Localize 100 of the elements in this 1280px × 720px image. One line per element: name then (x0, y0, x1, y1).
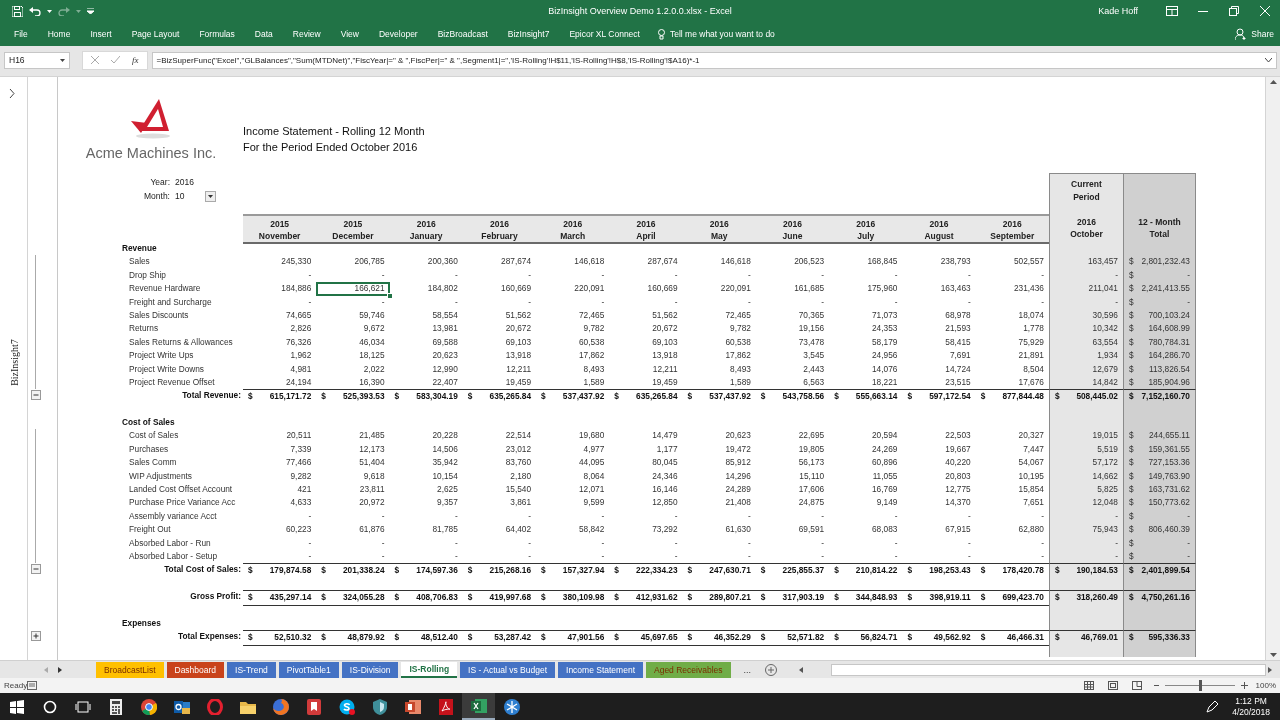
total-cell[interactable]: $ 537,437.92 (536, 389, 610, 404)
table-cell[interactable]: - (902, 268, 976, 283)
table-cell[interactable]: - (902, 509, 976, 524)
table-cell[interactable]: 9,782 (682, 322, 756, 336)
table-cell[interactable]: 46,034 (316, 335, 390, 350)
zoom-slider[interactable] (1198, 680, 1202, 691)
table-cell[interactable]: 166,621 (316, 282, 390, 296)
table-cell[interactable]: - (536, 536, 610, 550)
formula-field[interactable]: =BizSuperFunc("Excel","GLBalances","Sum(MTDNet)","FiscYear|=" & ",FiscPer|=" & ",Segment1|=",'IS-Rolling'!H$11,'IS-Rolling'!H$8,'IS-Rolling'!$A16)*-1 (151, 51, 1277, 69)
table-cell[interactable]: 23,515 (902, 375, 976, 390)
table-cell[interactable]: 58,179 (829, 335, 903, 350)
table-cell[interactable]: - (975, 268, 1049, 283)
ribbon-tab[interactable]: Developer (368, 23, 428, 45)
table-cell[interactable]: 20,972 (316, 496, 390, 510)
table-cell[interactable]: 1,778 (975, 322, 1049, 336)
table-cell[interactable]: - (682, 536, 756, 550)
table-cell[interactable]: - (536, 509, 610, 524)
table-cell[interactable]: - (243, 550, 317, 564)
table-cell[interactable]: - (682, 268, 756, 283)
table-cell[interactable]: 19,805 (755, 442, 830, 457)
ribbon-tab[interactable]: File (4, 23, 38, 45)
table-cell[interactable]: 200,360 (389, 255, 463, 269)
table-cell[interactable]: 18,221 (829, 375, 903, 390)
table-cell[interactable]: 1,177 (609, 442, 683, 457)
table-cell[interactable]: 18,125 (316, 349, 390, 363)
total-cell[interactable]: $ 597,172.54 (902, 389, 976, 404)
table-cell[interactable]: 17,862 (682, 349, 756, 363)
table-cell[interactable]: 35,942 (389, 456, 463, 470)
bookmark-icon[interactable] (306, 698, 321, 715)
table-cell[interactable]: - (462, 295, 537, 309)
table-cell[interactable]: 51,562 (609, 308, 683, 323)
globe-icon[interactable] (272, 698, 289, 715)
table-cell[interactable]: 51,404 (316, 456, 390, 470)
table-cell[interactable]: - (975, 295, 1049, 309)
table-cell[interactable]: $ 150,773.62 (1122, 496, 1196, 510)
table-cell[interactable]: 24,875 (755, 496, 830, 510)
table-cell[interactable]: 1,589 (682, 375, 756, 390)
ribbon-tab[interactable]: Formulas (189, 23, 245, 45)
table-cell[interactable]: 19,667 (902, 442, 976, 457)
table-cell[interactable]: 12,211 (462, 362, 537, 376)
ribbon-tab[interactable]: Epicor XL Connect (559, 23, 650, 45)
table-cell[interactable]: 16,390 (316, 375, 390, 390)
table-cell[interactable]: 287,674 (609, 255, 683, 269)
table-cell[interactable]: - (462, 509, 537, 524)
table-cell[interactable]: - (755, 536, 830, 550)
total-cell[interactable]: $ 583,304.19 (389, 389, 463, 404)
table-cell[interactable]: - (316, 536, 390, 550)
table-cell[interactable]: 9,618 (316, 469, 390, 484)
page-layout-icon[interactable] (1107, 681, 1118, 690)
table-cell[interactable]: 73,292 (609, 523, 683, 537)
table-cell[interactable]: 21,891 (975, 349, 1049, 363)
table-cell[interactable]: 14,076 (829, 362, 903, 376)
add-sheet-icon[interactable] (765, 663, 778, 676)
table-cell[interactable]: 77,466 (243, 456, 317, 470)
table-cell[interactable]: 23,811 (316, 483, 390, 497)
table-cell[interactable]: 21,593 (902, 322, 976, 336)
ribbon-tab[interactable]: BizBroadcast (427, 23, 498, 45)
table-cell[interactable]: - (975, 536, 1049, 550)
pdf-icon[interactable] (438, 698, 453, 715)
scroll-left-icon[interactable] (799, 666, 804, 673)
table-cell[interactable]: 70,365 (755, 308, 830, 323)
chevron-icon[interactable] (9, 89, 15, 98)
table-cell[interactable]: 12,990 (389, 362, 463, 376)
table-cell[interactable]: - (755, 509, 830, 524)
table-cell[interactable]: 62,880 (975, 523, 1049, 537)
share-button[interactable]: Share (1229, 28, 1280, 40)
total-cell[interactable]: $ 198,253.43 (902, 563, 976, 578)
total-cell[interactable]: $ 52,571.82 (755, 630, 830, 646)
total-cell[interactable]: $ 635,265.84 (462, 389, 537, 404)
table-cell[interactable]: 19,472 (682, 442, 756, 457)
total-cell[interactable]: $ 525,393.53 (316, 389, 390, 404)
table-cell[interactable]: 67,915 (902, 523, 976, 537)
table-cell[interactable]: 22,503 (902, 429, 976, 443)
table-cell[interactable]: 20,672 (462, 322, 537, 336)
table-cell[interactable]: - (682, 509, 756, 524)
table-cell[interactable]: 80,045 (609, 456, 683, 470)
table-cell[interactable]: 54,067 (975, 456, 1049, 470)
ribbon-tab[interactable]: Review (282, 23, 331, 45)
mail-icon[interactable] (173, 698, 190, 715)
total-cell[interactable]: $ 48,879.92 (316, 630, 390, 646)
table-cell[interactable]: 57,172 (1048, 456, 1123, 470)
table-cell[interactable]: - (755, 295, 830, 309)
total-cell[interactable]: $ 317,903.19 (755, 590, 830, 606)
sheet-tab[interactable]: IS-Division (341, 661, 399, 678)
table-cell[interactable]: 14,506 (389, 442, 463, 457)
table-cell[interactable]: 12,071 (536, 483, 610, 497)
scroll-up-icon[interactable] (1269, 80, 1277, 84)
table-cell[interactable]: 2,180 (462, 469, 537, 484)
table-cell[interactable]: 17,606 (755, 483, 830, 497)
total-cell[interactable]: $ 398,919.11 (902, 590, 976, 606)
caret-icon[interactable] (47, 9, 52, 13)
spreadsheet-icon[interactable] (470, 697, 487, 714)
table-cell[interactable]: 2,443 (755, 362, 830, 376)
table-cell[interactable]: - (243, 509, 317, 524)
total-cell[interactable]: $ 543,758.56 (755, 389, 830, 404)
customize-icon[interactable] (87, 8, 94, 14)
more-sheets-button[interactable]: ... (737, 663, 758, 676)
table-cell[interactable]: - (902, 295, 976, 309)
table-cell[interactable]: 8,504 (975, 362, 1049, 376)
table-cell[interactable]: - (243, 268, 317, 283)
